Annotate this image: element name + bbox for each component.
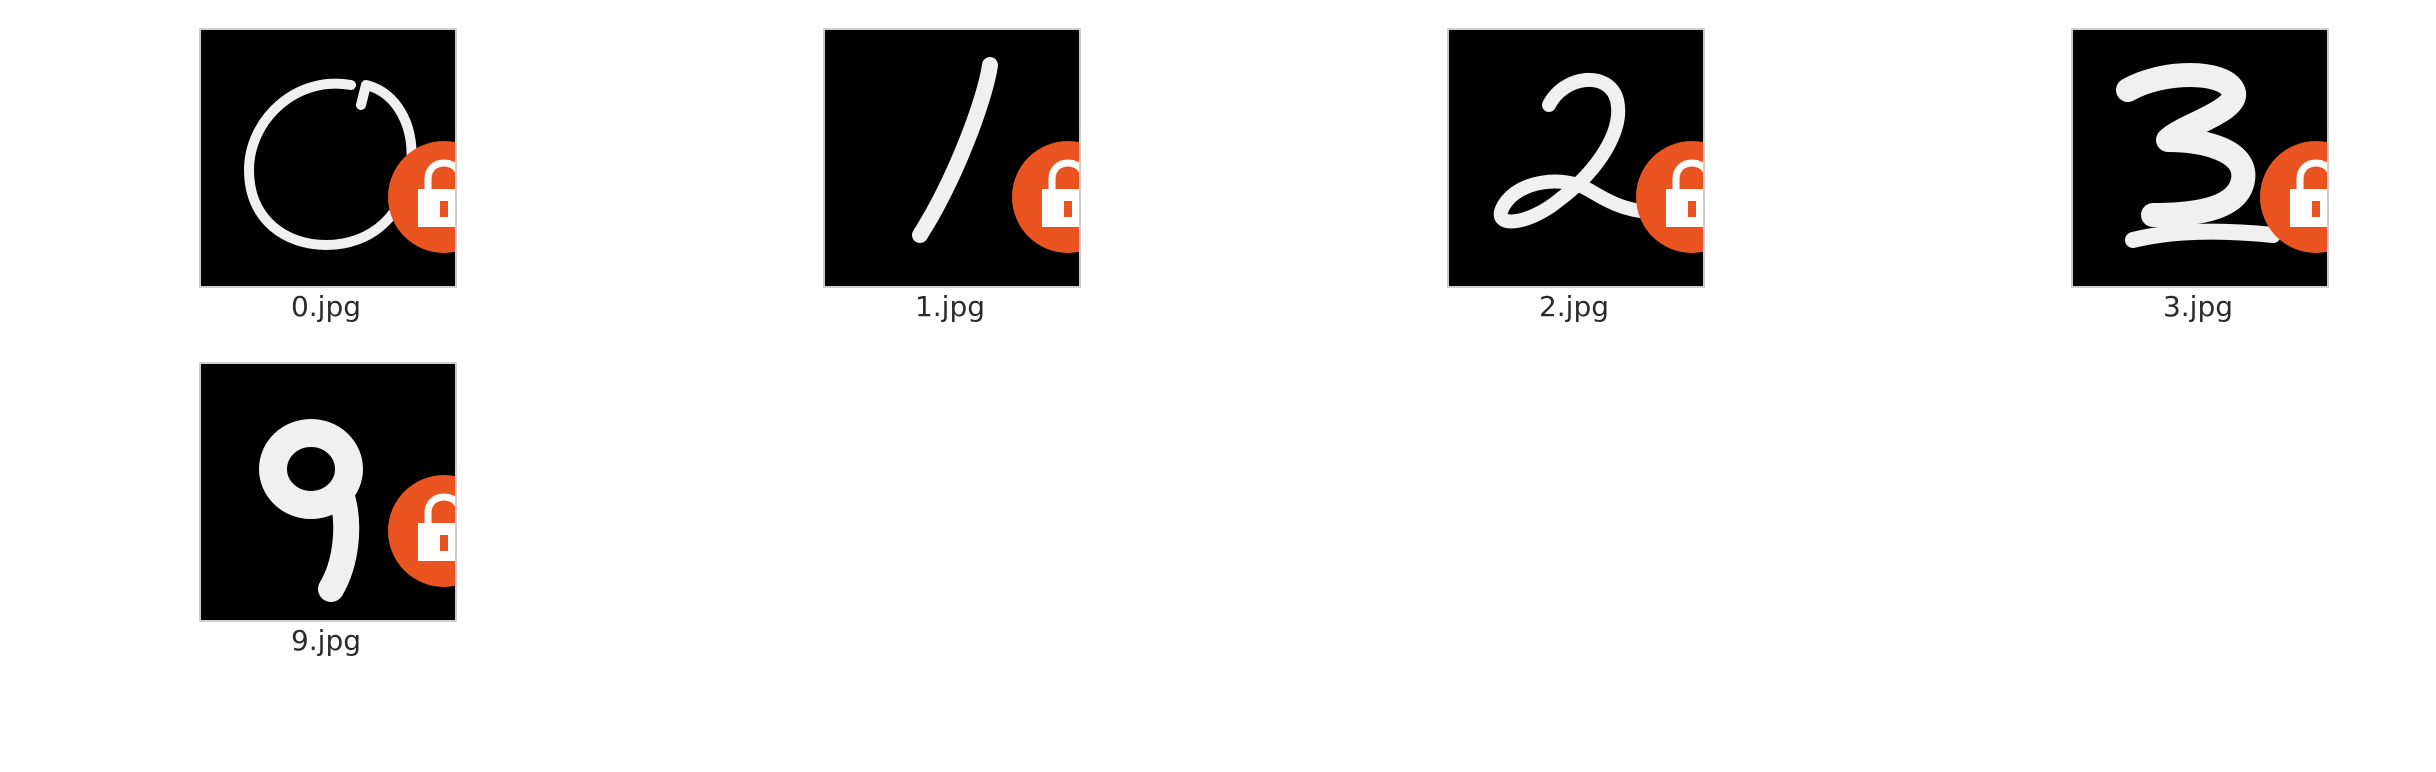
lock-icon (2260, 141, 2327, 253)
lock-icon (388, 141, 455, 253)
file-name-label: 0.jpg (290, 290, 362, 323)
lock-icon (1636, 141, 1703, 253)
file-name-label: 1.jpg (914, 290, 986, 323)
file-item-9[interactable]: 9.jpg (150, 334, 457, 664)
file-name-label: 3.jpg (2162, 290, 2234, 323)
file-item-3[interactable]: 3.jpg (2022, 0, 2329, 330)
lock-icon (388, 475, 455, 587)
file-name-label: 2.jpg (1538, 290, 1610, 323)
image-thumbnail[interactable] (2071, 28, 2329, 288)
lock-icon (1012, 141, 1079, 253)
image-thumbnail[interactable] (199, 362, 457, 622)
image-thumbnail[interactable] (823, 28, 1081, 288)
file-grid: 0.jpg 1.jpg 2.jpg 3.jpg 9.jpg (0, 0, 2436, 772)
file-item-2[interactable]: 2.jpg (1398, 0, 1705, 330)
image-thumbnail[interactable] (199, 28, 457, 288)
file-item-0[interactable]: 0.jpg (150, 0, 457, 330)
image-thumbnail[interactable] (1447, 28, 1705, 288)
file-name-label: 9.jpg (290, 624, 362, 657)
file-item-1[interactable]: 1.jpg (774, 0, 1081, 330)
